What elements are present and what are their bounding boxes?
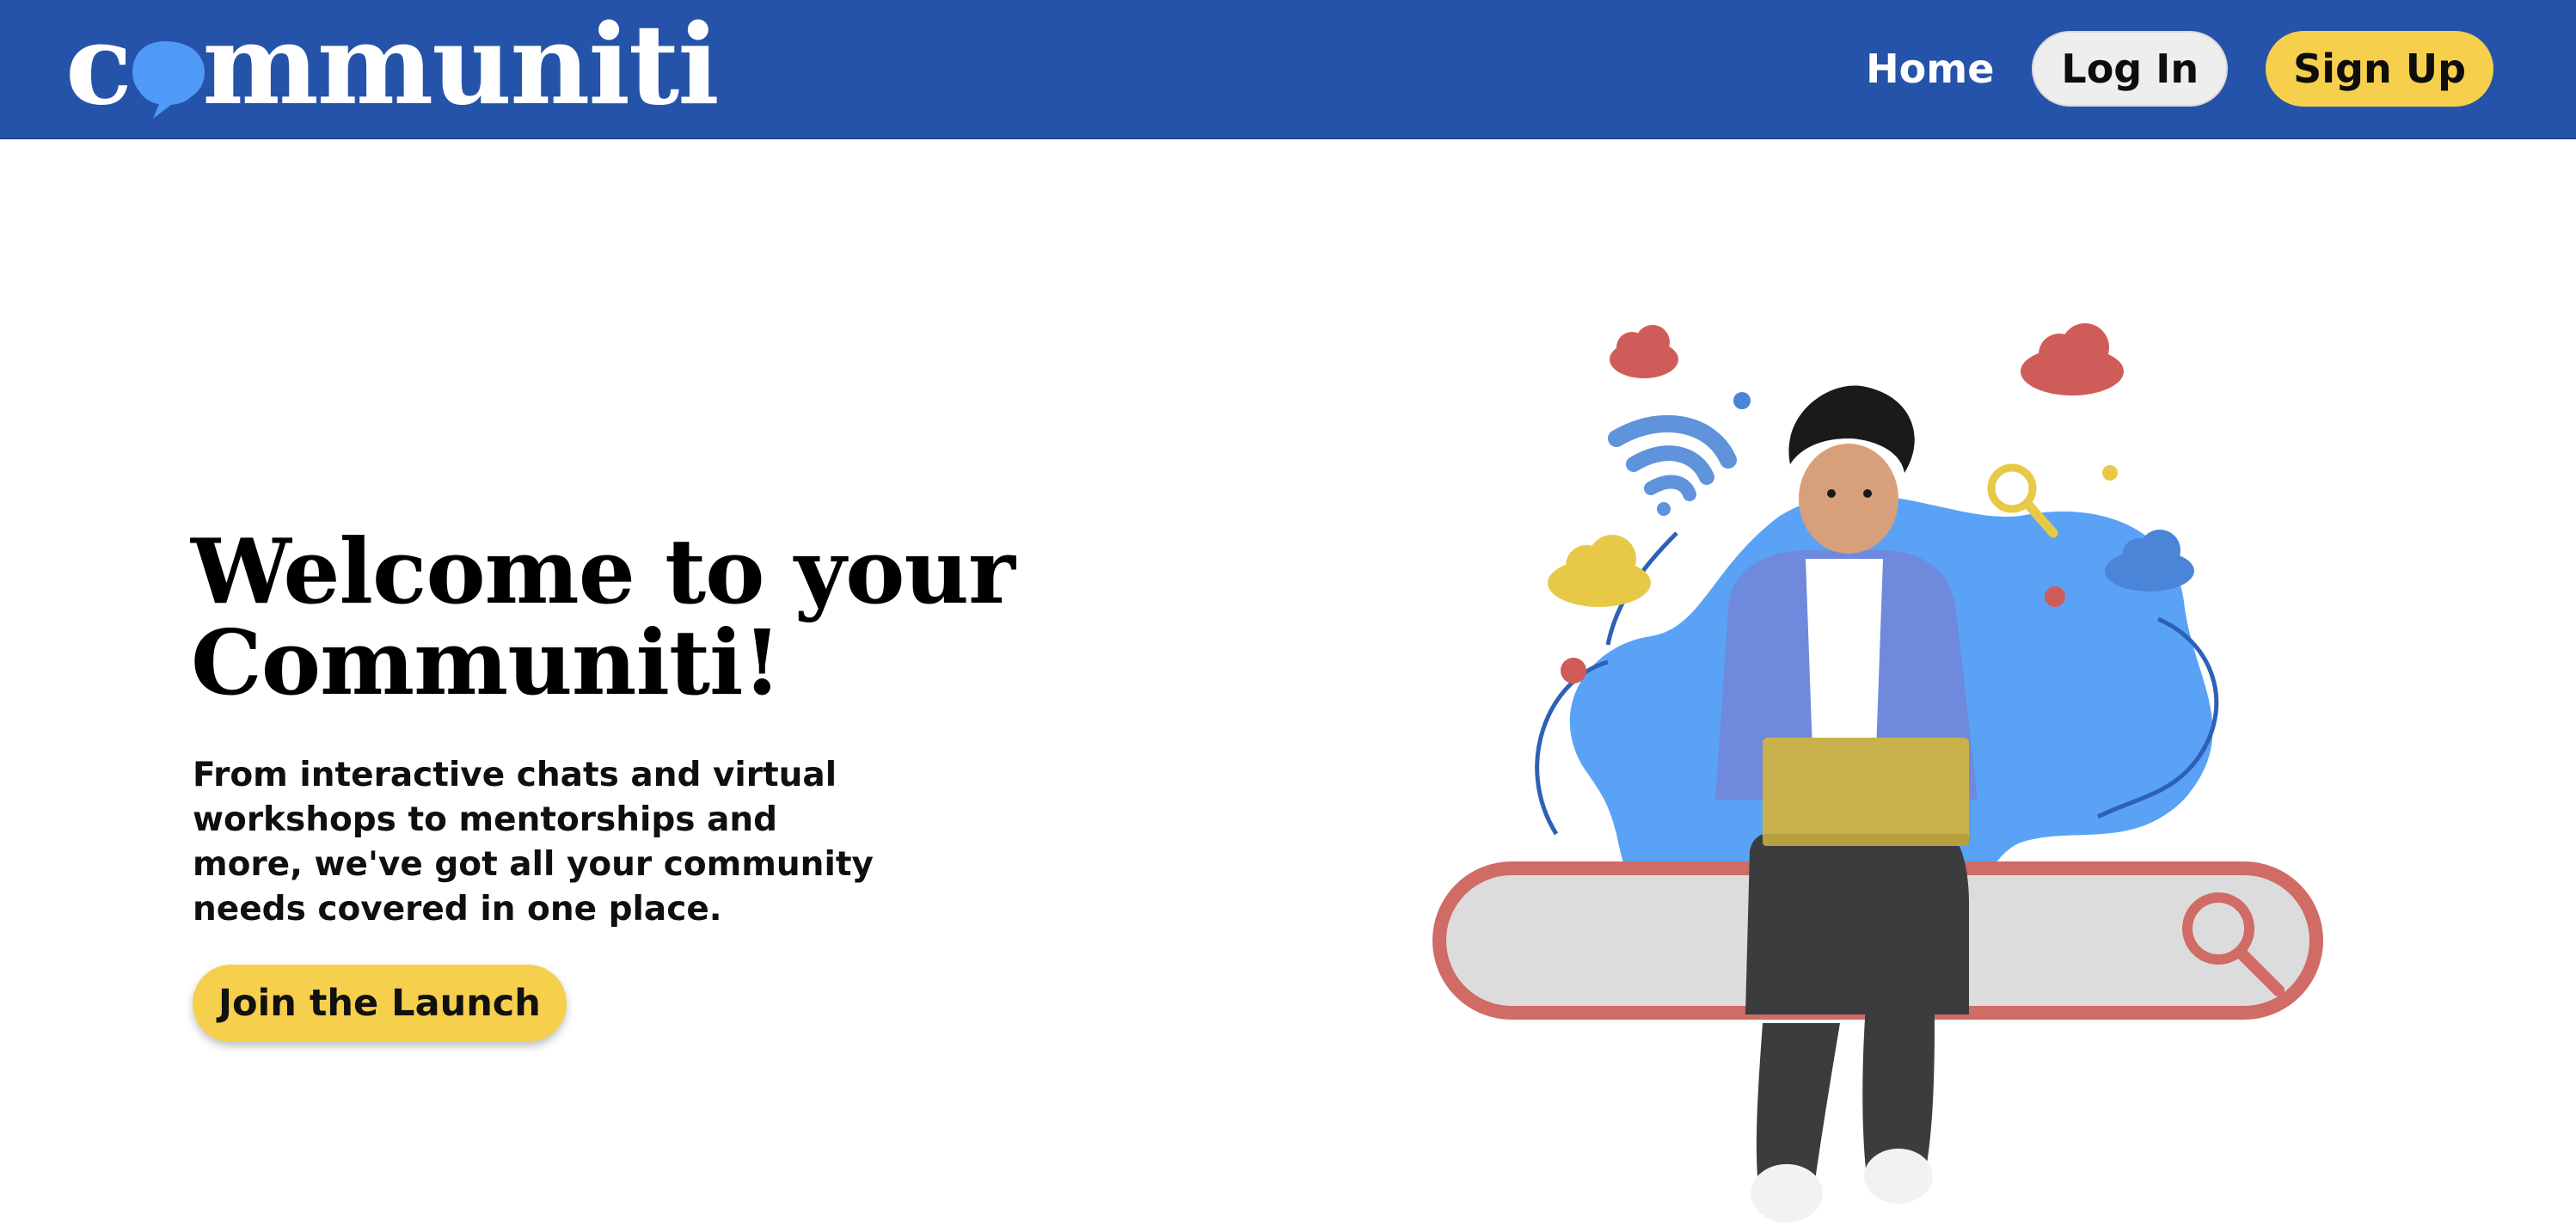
dot-red <box>2045 586 2065 607</box>
top-navbar: communiti Home Log In Sign Up <box>0 0 2576 139</box>
signup-button[interactable]: Sign Up <box>2266 31 2493 107</box>
wifi-icon <box>1608 414 1737 516</box>
chat-bubble-icon <box>132 41 205 119</box>
dot-red-left <box>1561 658 1586 683</box>
logo-letters-rest: mmuniti <box>202 1 719 130</box>
logo-letter-c: c <box>65 1 132 130</box>
cloud-red-right <box>2021 323 2124 395</box>
login-button[interactable]: Log In <box>2032 31 2229 107</box>
logo-chat-bubble-o: o <box>131 5 205 126</box>
dot-yellow <box>2102 465 2118 481</box>
main-nav: Home Log In Sign Up <box>1866 31 2493 107</box>
dot-blue <box>1733 392 1751 409</box>
hero-title: Welcome to your Communiti! <box>191 518 1015 715</box>
hero-illustration <box>1432 323 2323 1223</box>
communiti-logo[interactable]: communiti <box>65 5 720 126</box>
join-launch-button[interactable]: Join the Launch <box>193 965 567 1042</box>
cloud-red-left <box>1610 325 1678 378</box>
hero-description: From interactive chats and virtual works… <box>193 756 874 929</box>
cloud-yellow <box>1548 535 1651 607</box>
nav-home-link[interactable]: Home <box>1866 46 1994 92</box>
